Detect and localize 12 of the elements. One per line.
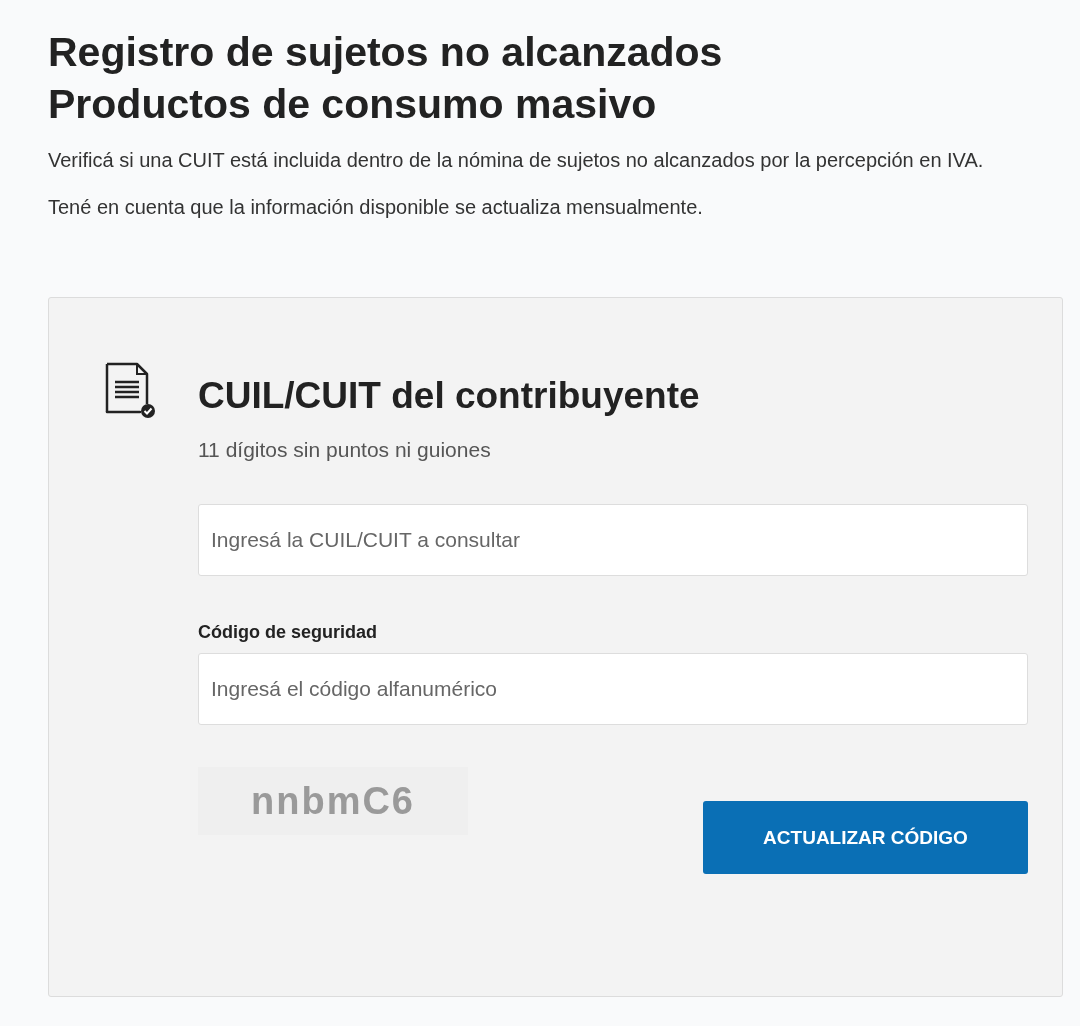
cuit-input-field[interactable]: Ingresá la CUIL/CUIT a consultar — [198, 504, 1028, 576]
security-code-field[interactable]: Ingresá el código alfanumérico — [198, 653, 1028, 725]
document-check-icon — [104, 360, 156, 420]
form-heading: CUIL/CUIT del contribuyente — [198, 374, 701, 418]
page-title: Productos de consumo masivo — [48, 80, 658, 129]
captcha-text: nnbmC6 — [198, 767, 468, 835]
hint-text: 11 dígitos sin puntos ni guiones — [198, 438, 492, 462]
description-text: Verificá si una CUIT está incluida dentro de la nómina de sujetos no alcanzados por la percepción en IVA. — [48, 148, 985, 173]
refresh-code-button[interactable]: ACTUALIZAR CÓDIGO — [703, 801, 1028, 874]
page-title: Registro de sujetos no alcanzados — [48, 28, 724, 77]
description-text: Tené en cuenta que la información disponible se actualiza mensualmente. — [48, 195, 704, 220]
field-label: Código de seguridad — [198, 622, 378, 643]
